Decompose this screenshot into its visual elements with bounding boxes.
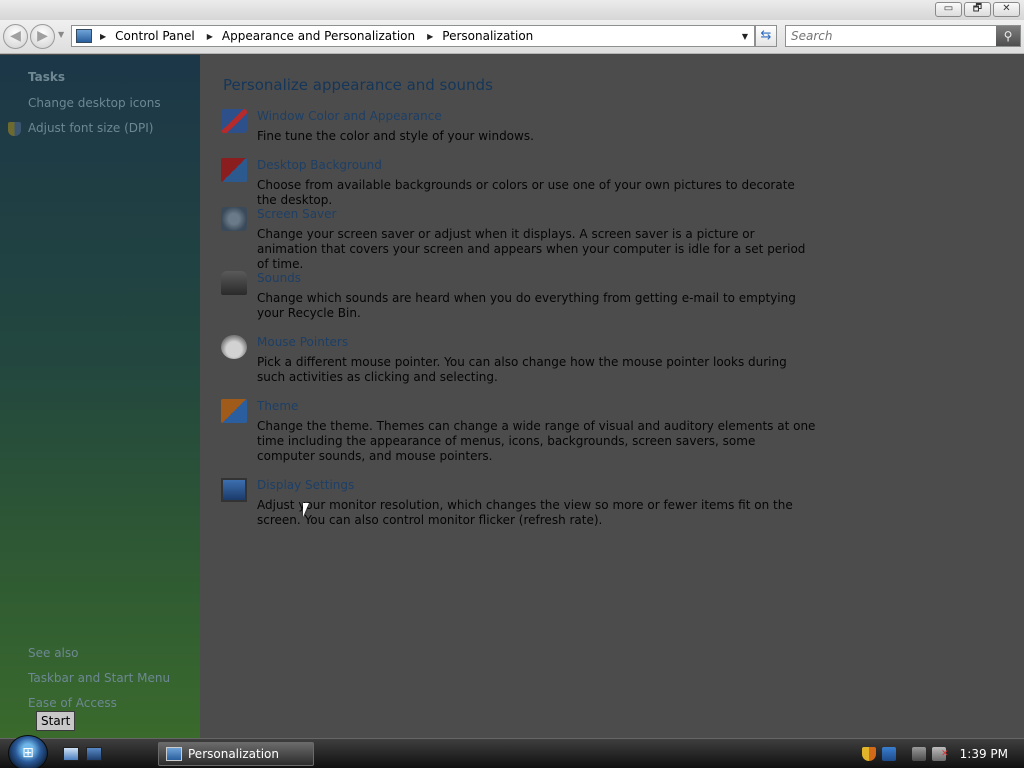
start-button[interactable]: ⊞: [8, 735, 48, 768]
start-tooltip: Start: [36, 711, 76, 731]
close-button[interactable]: ✕: [993, 2, 1020, 17]
see-also-ease-of-access[interactable]: Ease of Access: [28, 696, 117, 710]
display-settings-link[interactable]: Display Settings: [257, 478, 354, 492]
breadcrumb-separator-icon[interactable]: ▶: [100, 32, 106, 41]
taskbar: ⊞ Personalization 1:39 PM: [0, 735, 1024, 768]
display-settings-description: Adjust your monitor resolution, which ch…: [257, 498, 793, 527]
theme-icon[interactable]: [221, 399, 247, 423]
mouse-pointers-description: Pick a different mouse pointer. You can …: [257, 355, 787, 384]
breadcrumb-control-panel[interactable]: Control Panel: [115, 29, 195, 43]
control-panel-icon: [76, 29, 92, 43]
taskbar-window-label: Personalization: [188, 747, 279, 761]
mouse-cursor-icon: [303, 503, 309, 517]
sounds-description: Change which sounds are heard when you d…: [257, 291, 796, 320]
sounds-icon[interactable]: [221, 271, 247, 295]
main-content: Personalize appearance and sounds Window…: [200, 55, 1024, 738]
display-settings-icon[interactable]: [221, 478, 247, 502]
theme-link[interactable]: Theme: [257, 399, 298, 413]
maximize-button[interactable]: 🗗: [964, 2, 991, 17]
desktop-background-icon[interactable]: [221, 158, 247, 182]
control-panel-icon: [166, 747, 182, 761]
sounds-link[interactable]: Sounds: [257, 271, 301, 285]
security-shield-icon[interactable]: [861, 747, 876, 761]
system-tray: 1:39 PM: [856, 739, 1024, 768]
breadcrumb-appearance-and-personalization[interactable]: Appearance and Personalization: [222, 29, 415, 43]
show-desktop-icon[interactable]: [63, 747, 79, 761]
search-input[interactable]: [786, 26, 992, 46]
search-icon[interactable]: ⚲: [996, 26, 1020, 46]
navigation-bar: ◀ ▶ ▼ ▶ Control Panel ▶ Appearance and P…: [0, 20, 1024, 54]
desktop-background-link[interactable]: Desktop Background: [257, 158, 382, 172]
see-also-heading: See also: [28, 646, 79, 660]
recent-pages-dropdown-icon[interactable]: ▼: [58, 30, 64, 39]
breadcrumb-personalization[interactable]: Personalization: [442, 29, 533, 43]
mouse-pointers-link[interactable]: Mouse Pointers: [257, 335, 348, 349]
theme-description: Change the theme. Themes can change a wi…: [257, 419, 816, 463]
volume-muted-icon[interactable]: [931, 747, 949, 761]
minimize-button[interactable]: ▭: [935, 2, 962, 17]
screen-saver-icon[interactable]: [221, 207, 247, 231]
window-color-description: Fine tune the color and style of your wi…: [257, 129, 534, 143]
screen-saver-description: Change your screen saver or adjust when …: [257, 227, 806, 271]
window-controls: ▭ 🗗 ✕: [935, 2, 1020, 17]
back-button[interactable]: ◀: [3, 24, 28, 49]
window-color-icon[interactable]: [221, 109, 247, 133]
page-title: Personalize appearance and sounds: [223, 76, 493, 94]
network-icon[interactable]: [881, 747, 896, 761]
search-box: ⚲: [785, 25, 1021, 47]
uac-shield-icon: [8, 122, 21, 136]
desktop-background-description: Choose from available backgrounds or col…: [257, 178, 795, 207]
see-also-taskbar-start-menu[interactable]: Taskbar and Start Menu: [28, 671, 170, 685]
refresh-button[interactable]: ⇆: [755, 25, 777, 47]
task-pane: Tasks Change desktop icons Adjust font s…: [0, 55, 200, 738]
breadcrumb: ▶ Control Panel ▶ Appearance and Persona…: [100, 29, 545, 43]
task-change-desktop-icons[interactable]: Change desktop icons: [28, 96, 161, 110]
tasks-heading: Tasks: [28, 70, 66, 84]
network-disconnected-icon[interactable]: [911, 747, 926, 761]
breadcrumb-separator-icon[interactable]: ▶: [207, 32, 213, 41]
screen-saver-link[interactable]: Screen Saver: [257, 207, 336, 221]
task-adjust-font-size[interactable]: Adjust font size (DPI): [28, 121, 153, 135]
breadcrumb-separator-icon[interactable]: ▶: [427, 32, 433, 41]
window-title-bar: ▭ 🗗 ✕: [0, 0, 1024, 20]
clock[interactable]: 1:39 PM: [960, 747, 1008, 761]
mouse-pointer-icon[interactable]: [221, 335, 247, 359]
taskbar-window-button[interactable]: Personalization: [158, 742, 314, 766]
switch-windows-icon[interactable]: [86, 747, 102, 761]
window-color-link[interactable]: Window Color and Appearance: [257, 109, 442, 123]
address-dropdown-icon[interactable]: ▼: [742, 32, 748, 41]
address-bar[interactable]: ▶ Control Panel ▶ Appearance and Persona…: [71, 25, 755, 47]
forward-button[interactable]: ▶: [30, 24, 55, 49]
